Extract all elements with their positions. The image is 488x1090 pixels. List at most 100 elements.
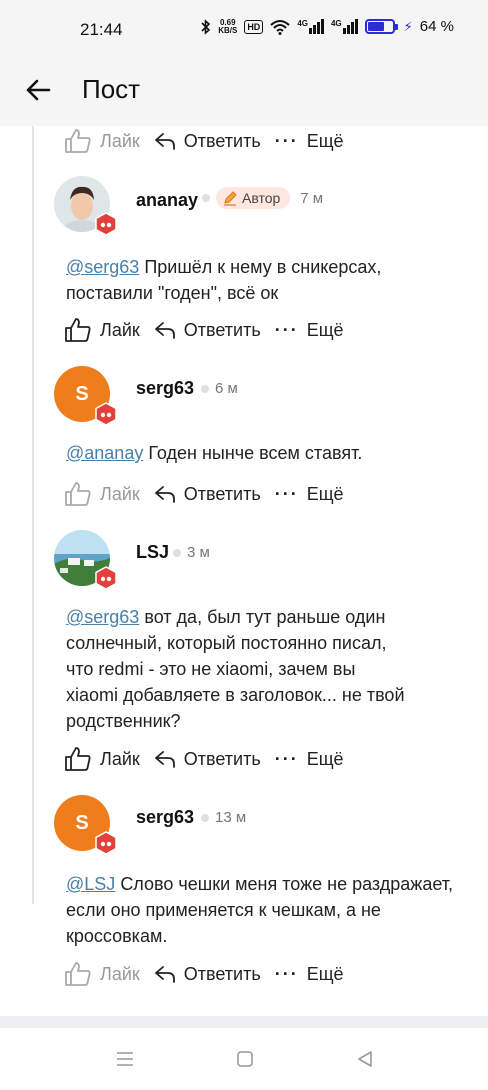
net-speed-unit: KB/S <box>218 25 238 35</box>
comment-text-line: что redmi - это не xiaomi, зачем вы <box>66 659 356 679</box>
comment-text-line: Слово чешки меня тоже не раздражает, <box>120 874 454 894</box>
mention-link[interactable]: @ananay <box>66 443 143 463</box>
comment-text: @LSJ Слово чешки меня тоже не раздражает… <box>66 871 466 949</box>
section-divider <box>0 1016 488 1028</box>
system-nav-bar <box>0 1028 488 1090</box>
more-label: Ещё <box>306 130 344 151</box>
reply-button[interactable]: Ответить <box>154 484 261 505</box>
page-title: Пост <box>82 74 141 104</box>
mention-link[interactable]: @serg63 <box>66 607 139 627</box>
reply-button[interactable]: Ответить <box>154 320 261 341</box>
nav-home-button[interactable] <box>236 1050 254 1073</box>
reply-label: Ответить <box>183 963 261 984</box>
hd-icon: HD <box>244 19 264 34</box>
reply-button[interactable]: Ответить <box>154 749 261 770</box>
level-badge-icon <box>95 831 117 855</box>
signal-2-label: 4G <box>330 19 342 28</box>
thumbs-up-icon <box>65 318 91 342</box>
battery-percent: 64 % <box>419 18 454 35</box>
like-label: Лайк <box>100 319 140 340</box>
mention-link[interactable]: @serg63 <box>66 257 139 277</box>
comment-text-line: солнечный, который постоянно писал, <box>66 633 387 653</box>
wifi-icon <box>270 19 290 35</box>
comment-author[interactable]: ananay <box>136 190 198 211</box>
comment-text-line: xiaomi добавляете в заголовок... не твой <box>66 685 405 705</box>
triangle-back-icon <box>358 1051 372 1067</box>
comment-text-line: Годен нынче всем ставят. <box>148 443 363 463</box>
signal-icon-2: 4G <box>331 19 358 34</box>
reply-arrow-icon <box>154 133 175 150</box>
mention-link[interactable]: @LSJ <box>66 874 115 894</box>
reply-button[interactable]: Ответить <box>154 131 261 152</box>
reply-label: Ответить <box>183 483 261 504</box>
like-button[interactable]: Лайк <box>64 961 140 987</box>
level-badge-icon <box>95 402 117 426</box>
reply-arrow-icon <box>154 751 175 768</box>
separator-dot <box>202 194 210 202</box>
more-button[interactable]: ··· Ещё <box>275 749 344 770</box>
more-dots-icon: ··· <box>274 963 299 984</box>
more-dots-icon: ··· <box>274 130 299 151</box>
more-label: Ещё <box>306 319 344 340</box>
more-button[interactable]: ··· Ещё <box>275 964 344 985</box>
comment-author[interactable]: LSJ <box>136 542 169 563</box>
reply-arrow-icon <box>154 966 175 983</box>
more-button[interactable]: ··· Ещё <box>275 484 344 505</box>
like-label: Лайк <box>100 483 140 504</box>
nav-back-button[interactable] <box>356 1050 374 1073</box>
comment-action-row: Лайк Ответить ··· Ещё <box>64 959 344 989</box>
status-time: 21:44 <box>80 20 123 39</box>
like-label: Лайк <box>100 748 140 769</box>
like-button[interactable]: Лайк <box>64 317 140 343</box>
menu-icon <box>117 1052 133 1066</box>
pencil-icon <box>224 191 237 206</box>
battery-icon <box>364 19 398 34</box>
signal-1-label: 4G <box>297 19 308 28</box>
more-dots-icon: ··· <box>274 748 299 769</box>
more-button[interactable]: ··· Ещё <box>275 131 344 152</box>
comment-text-line: если оно применяется к чешкам, а не <box>66 900 381 920</box>
separator-dot <box>201 813 209 822</box>
thread-line <box>32 126 34 904</box>
comment-author[interactable]: serg63 <box>136 807 194 828</box>
bluetooth-icon <box>201 18 211 35</box>
more-label: Ещё <box>306 963 344 984</box>
comment-time: 13 м <box>215 809 247 826</box>
status-bar: 21:44 0.69 KB/S HD 4G 4G ⚡ 64 % <box>0 0 488 56</box>
comment-time: 7 м <box>300 189 324 207</box>
status-icons: 0.69 KB/S HD 4G 4G ⚡ 64 % <box>201 18 454 35</box>
comment-meta: Автор 7 м <box>202 187 323 209</box>
back-button[interactable] <box>24 76 52 104</box>
square-icon <box>237 1051 253 1067</box>
more-label: Ещё <box>306 483 344 504</box>
comment-action-row: Лайк Ответить ··· Ещё <box>64 479 344 509</box>
separator-dot <box>173 548 181 557</box>
more-button[interactable]: ··· Ещё <box>275 320 344 341</box>
level-badge-icon <box>95 212 117 236</box>
comment-time: 6 м <box>215 380 238 397</box>
like-button[interactable]: Лайк <box>64 746 140 772</box>
comment-action-row: Лайк Ответить ··· Ещё <box>64 744 344 774</box>
like-label: Лайк <box>100 963 140 984</box>
thumbs-up-icon <box>65 129 91 153</box>
comment-meta: 6 м <box>201 380 238 397</box>
comment-meta: 13 м <box>201 809 246 826</box>
thumbs-up-icon <box>65 962 91 986</box>
like-button[interactable]: Лайк <box>64 481 140 507</box>
comment-author[interactable]: serg63 <box>136 378 194 399</box>
author-badge: Автор <box>216 187 291 209</box>
reply-button[interactable]: Ответить <box>154 964 261 985</box>
reply-label: Ответить <box>183 748 261 769</box>
net-speed: 0.69 KB/S <box>218 18 238 35</box>
reply-label: Ответить <box>183 130 261 151</box>
author-badge-label: Автор <box>242 190 281 206</box>
reply-arrow-icon <box>154 486 175 503</box>
reply-label: Ответить <box>183 319 261 340</box>
like-button[interactable]: Лайк <box>64 128 140 154</box>
nav-menu-button[interactable] <box>115 1050 135 1073</box>
charging-icon: ⚡ <box>403 18 413 34</box>
comment-text-line: Пришёл к нему в сникерсах, <box>144 257 382 277</box>
comment-text: @serg63 Пришёл к нему в сникерсах, поста… <box>66 254 466 306</box>
comment-action-row: Лайк Ответить ··· Ещё <box>64 315 344 345</box>
signal-icon-1: 4G <box>297 19 324 34</box>
